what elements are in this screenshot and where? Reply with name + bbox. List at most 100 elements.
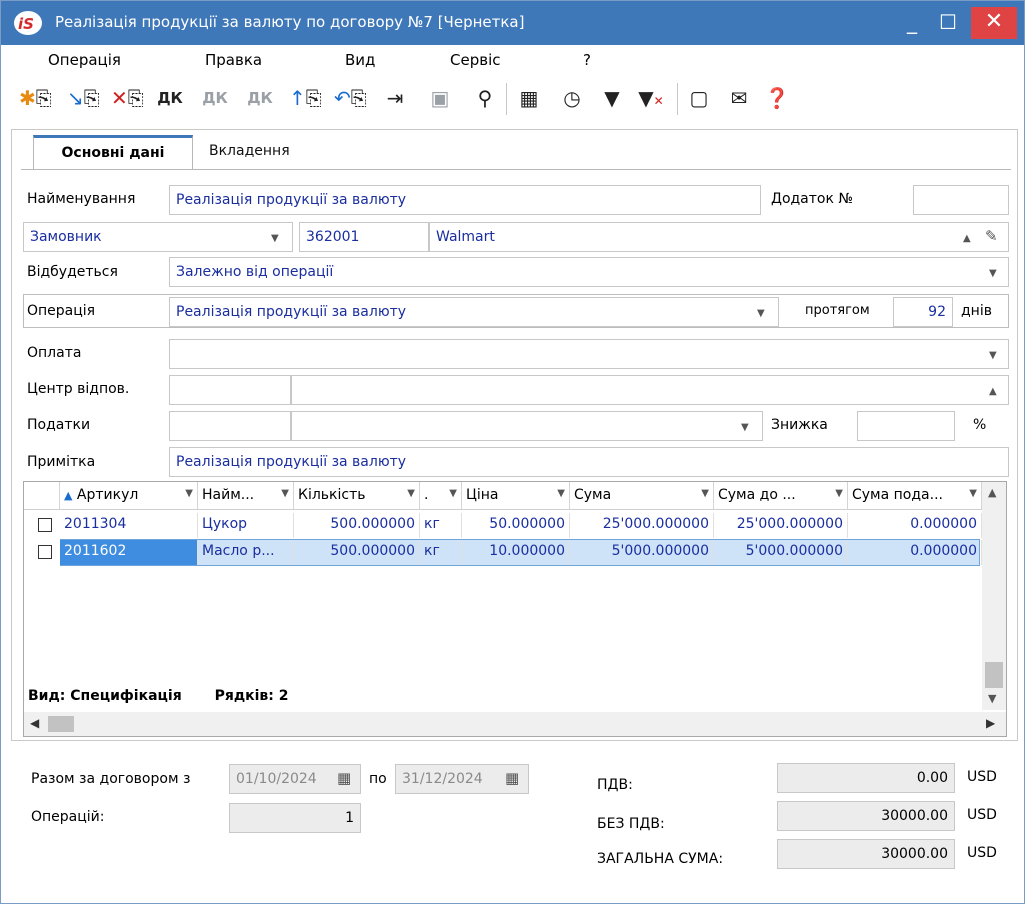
chevron-up-icon[interactable]: ▲ (963, 233, 971, 244)
table-header-sum-before[interactable]: Сума до ... ▼ (714, 482, 848, 510)
table-cell-price[interactable]: 50.000000 (462, 513, 570, 538)
tab-attachments[interactable]: Вкладення (193, 135, 306, 169)
toolbar-separator (677, 83, 678, 115)
row-checkbox[interactable] (38, 518, 52, 532)
table-header-quantity[interactable]: Кількість ▼ (294, 482, 420, 510)
name-field[interactable]: Реалізація продукції за валюту (169, 185, 761, 215)
copy-up-icon[interactable]: ↑⎘ (289, 82, 322, 114)
taxes-name-select[interactable] (291, 411, 763, 441)
table-header-price[interactable]: Ціна ▼ (462, 482, 570, 510)
edit-document-icon[interactable]: ↘⎘ (67, 82, 100, 114)
calendar-icon[interactable]: ▦ (337, 769, 351, 787)
currency-label: USD (967, 769, 997, 785)
happens-select[interactable]: Залежно від операції (169, 257, 1009, 287)
copy-back-icon[interactable]: ↶⎘ (334, 82, 367, 114)
chevron-down-icon[interactable]: ▼ (757, 308, 765, 319)
calendar-icon[interactable]: ▦ (505, 769, 519, 787)
total-label: ЗАГАЛЬНА СУМА: (597, 851, 724, 867)
menu-help[interactable]: ? (583, 51, 591, 69)
specification-table: ▲ Артикул ▼ Найм... ▼ Кількість ▼ . ▼ Ціна ▼ … (23, 481, 1007, 737)
dk-down-icon[interactable]: ДК (244, 82, 276, 114)
dk-up-icon[interactable]: ДК (199, 82, 231, 114)
table-cell-price[interactable]: 10.000000 (462, 540, 570, 565)
menu-bar: Операція Правка Вид Сервіс ? (1, 47, 1024, 75)
table-cell-quantity[interactable]: 500.000000 (294, 540, 420, 565)
export-icon[interactable]: ⇥ (379, 82, 411, 114)
addendum-label: Додаток № (771, 191, 853, 207)
center-name-field[interactable] (291, 375, 1009, 405)
table-cell-quantity[interactable]: 500.000000 (294, 513, 420, 538)
table-cell-name[interactable]: Цукор (198, 513, 294, 538)
party-role-select[interactable]: Замовник (23, 222, 293, 252)
scroll-thumb[interactable] (985, 662, 1003, 688)
horizontal-scrollbar[interactable]: ◀ ▶ (24, 712, 1006, 736)
note-field[interactable]: Реалізація продукції за валюту (169, 447, 1009, 477)
chevron-down-icon[interactable]: ▼ (271, 233, 279, 244)
table-cell-sum[interactable]: 5'000.000000 (570, 540, 714, 565)
table-header-tax-sum[interactable]: Сума пода... ▼ (848, 482, 982, 510)
tab-main-data[interactable]: Основні дані (33, 135, 193, 169)
chevron-up-icon[interactable]: ▲ (989, 386, 997, 397)
vertical-scrollbar[interactable]: ▲ ▼ (982, 482, 1006, 710)
menu-service[interactable]: Сервіс (450, 51, 500, 69)
table-cell-unit[interactable]: кг (420, 513, 462, 538)
scroll-down-icon[interactable]: ▼ (988, 692, 996, 705)
within-days-field[interactable]: 92 (893, 297, 953, 327)
name-label: Найменування (27, 191, 136, 207)
taxes-code-field[interactable] (169, 411, 291, 441)
table-cell-name[interactable]: Масло р... (198, 540, 294, 565)
table-header-unit[interactable]: . ▼ (420, 482, 462, 510)
maximize-button[interactable]: ☐ (930, 7, 966, 39)
menu-operation[interactable]: Операція (48, 51, 121, 69)
table-icon[interactable]: ▦ (513, 82, 545, 114)
chevron-down-icon[interactable]: ▼ (989, 350, 997, 361)
table-cell-sum[interactable]: 25'000.000000 (570, 513, 714, 538)
search-icon[interactable]: ⚲ (469, 82, 501, 114)
filter-icon[interactable]: ▼ (596, 82, 628, 114)
history-icon[interactable]: ◷ (556, 82, 588, 114)
table-cell-unit[interactable]: кг (420, 540, 462, 565)
table-header-article[interactable]: ▲ Артикул ▼ (60, 482, 198, 510)
menu-edit[interactable]: Правка (205, 51, 262, 69)
party-name-field[interactable]: Walmart (429, 222, 1009, 252)
scroll-left-icon[interactable]: ◀ (30, 716, 39, 730)
is-logo-icon: iS (14, 11, 42, 35)
scroll-thumb[interactable] (48, 716, 74, 732)
table-cell-tax-sum[interactable]: 0.000000 (848, 540, 982, 565)
scroll-up-icon[interactable]: ▲ (988, 486, 996, 499)
menu-view[interactable]: Вид (345, 51, 375, 69)
new-document-icon[interactable]: ✱⎘ (19, 82, 52, 114)
mail-icon[interactable]: ✉ (723, 82, 755, 114)
dk-icon[interactable]: ДК (154, 82, 186, 114)
table-header-sum[interactable]: Сума ▼ (570, 482, 714, 510)
party-code-field[interactable]: 362001 (299, 222, 429, 252)
form-icon[interactable]: ▢ (683, 82, 715, 114)
stamp-icon[interactable]: ▣ (424, 82, 456, 114)
table-cell-article[interactable]: 2011304 (60, 513, 198, 538)
delete-document-icon[interactable]: ✕⎘ (111, 82, 144, 114)
row-checkbox[interactable] (38, 545, 52, 559)
clear-filter-icon[interactable]: ▼✕ (635, 82, 667, 114)
addendum-field[interactable] (913, 185, 1009, 215)
discount-field[interactable] (857, 411, 955, 441)
chevron-down-icon[interactable]: ▼ (989, 268, 997, 279)
to-label: по (369, 771, 387, 787)
center-code-field[interactable] (169, 375, 291, 405)
ops-count-field: 1 (229, 803, 361, 833)
pencil-icon[interactable]: ✎ (985, 227, 998, 245)
vat-label: ПДВ: (597, 777, 633, 793)
table-cell-tax-sum[interactable]: 0.000000 (848, 513, 982, 538)
help-icon[interactable]: ❓ (761, 82, 793, 114)
operation-select[interactable]: Реалізація продукції за валюту (169, 297, 779, 327)
table-cell-sum-before[interactable]: 25'000.000000 (714, 513, 848, 538)
minimize-button[interactable]: _ (894, 7, 930, 39)
close-button[interactable]: ✕ (971, 7, 1017, 39)
table-header-name[interactable]: Найм... ▼ (198, 482, 294, 510)
table-cell-article[interactable]: 2011602 (60, 540, 198, 565)
scroll-right-icon[interactable]: ▶ (986, 716, 995, 730)
chevron-down-icon[interactable]: ▼ (741, 422, 749, 433)
table-header-select (24, 482, 60, 510)
payment-select[interactable] (169, 339, 1009, 369)
tab-divider (21, 169, 1011, 170)
table-cell-sum-before[interactable]: 5'000.000000 (714, 540, 848, 565)
